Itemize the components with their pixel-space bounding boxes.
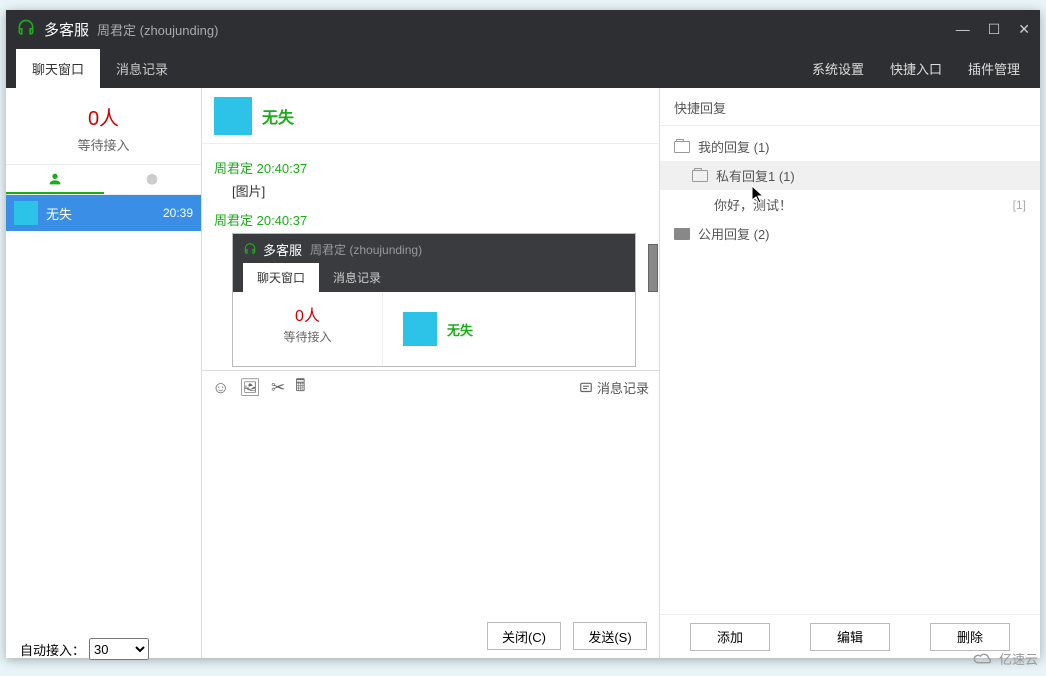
- embed-label: 等待接入: [233, 328, 382, 345]
- avatar: [214, 97, 252, 135]
- avatar: [403, 312, 437, 346]
- waiting-label: 等待接入: [6, 135, 201, 154]
- chat-body[interactable]: 周君定 20:40:37 [图片] 周君定 20:40:37 多客服 周君定 (…: [202, 144, 659, 370]
- contact-name: 无失: [46, 204, 163, 223]
- delete-button[interactable]: 删除: [930, 623, 1010, 651]
- menu-system-settings[interactable]: 系统设置: [812, 59, 864, 78]
- minimize-button[interactable]: —: [956, 21, 970, 37]
- auto-accept-select[interactable]: 30: [89, 638, 149, 660]
- image-icon[interactable]: 🖼: [239, 378, 261, 398]
- quick-reply-panel: 快捷回复 我的回复 (1) 私有回复1 (1) 你好，测试！ [1] 公用回复 …: [660, 88, 1040, 658]
- waiting-count: 0人: [6, 102, 201, 131]
- message-input[interactable]: [202, 404, 659, 614]
- embed-contact: 无失: [447, 320, 473, 339]
- message-meta: 周君定 20:40:37: [214, 158, 647, 177]
- chat-header: 无失: [202, 88, 659, 144]
- message-meta: 周君定 20:40:37: [214, 210, 647, 229]
- add-button[interactable]: 添加: [690, 623, 770, 651]
- headset-icon: [243, 242, 257, 256]
- folder-my-replies[interactable]: 我的回复 (1): [660, 132, 1040, 161]
- sidebar: 0人 等待接入 无失 20:39: [6, 88, 202, 658]
- app-title: 多客服: [44, 19, 89, 40]
- emoji-icon[interactable]: ☺: [212, 378, 229, 398]
- scrollbar-thumb[interactable]: [648, 244, 658, 292]
- folder-private-reply-1[interactable]: 私有回复1 (1): [660, 161, 1040, 190]
- menu-quick-entry[interactable]: 快捷入口: [890, 59, 942, 78]
- tab-message-log[interactable]: 消息记录: [100, 49, 184, 88]
- contact-list: 无失 20:39: [6, 195, 201, 658]
- embed-title: 多客服: [263, 240, 302, 259]
- tab-messages[interactable]: [104, 165, 202, 194]
- maximize-button[interactable]: ☐: [988, 21, 1001, 38]
- chat-bubble-icon: [144, 172, 160, 188]
- reply-count: [1]: [1013, 198, 1026, 212]
- contact-item[interactable]: 无失 20:39: [6, 195, 201, 231]
- send-button[interactable]: 发送(S): [573, 622, 647, 650]
- chat-footer: 关闭(C) 发送(S): [202, 614, 659, 658]
- app-window: 多客服 周君定 (zhoujunding) — ☐ ✕ 聊天窗口 消息记录 系统…: [6, 10, 1040, 658]
- embed-tab: 消息记录: [319, 263, 395, 292]
- quick-reply-item[interactable]: 你好，测试！ [1]: [660, 190, 1040, 219]
- menu-plugin-manage[interactable]: 插件管理: [968, 59, 1020, 78]
- waiting-panel: 0人 等待接入: [6, 88, 201, 165]
- titlebar: 多客服 周君定 (zhoujunding) — ☐ ✕: [6, 10, 1040, 48]
- scrollbar[interactable]: [647, 144, 659, 370]
- input-toolbar: ☺ 🖼 ✂ 🖩 消息记录: [202, 370, 659, 404]
- message-history-button[interactable]: 消息记录: [579, 378, 649, 397]
- status-bar: 自动接入： 30: [14, 632, 155, 666]
- tab-chat-window[interactable]: 聊天窗口: [16, 49, 100, 88]
- auto-accept-label: 自动接入：: [20, 640, 85, 659]
- user-label: 周君定 (zhoujunding): [97, 20, 218, 39]
- calculator-icon[interactable]: 🖩: [295, 373, 305, 402]
- menubar: 聊天窗口 消息记录 系统设置 快捷入口 插件管理: [6, 48, 1040, 88]
- embedded-screenshot: 多客服 周君定 (zhoujunding) 聊天窗口 消息记录 0人 等待接入: [232, 233, 636, 367]
- person-icon: [47, 171, 63, 187]
- scissors-icon[interactable]: ✂: [271, 378, 285, 398]
- chat-lines-icon: [579, 381, 593, 395]
- watermark: 亿速云: [973, 649, 1038, 668]
- chat-contact-name: 无失: [262, 104, 294, 128]
- embed-tab: 聊天窗口: [243, 263, 319, 292]
- edit-button[interactable]: 编辑: [810, 623, 890, 651]
- folder-closed-icon: [674, 228, 690, 240]
- contact-time: 20:39: [163, 206, 193, 220]
- headset-icon: [16, 18, 36, 41]
- message-text: [图片]: [214, 177, 647, 204]
- avatar: [14, 201, 38, 225]
- close-chat-button[interactable]: 关闭(C): [487, 622, 561, 650]
- tab-contacts[interactable]: [6, 165, 104, 194]
- close-button[interactable]: ✕: [1018, 21, 1030, 38]
- folder-public-replies[interactable]: 公用回复 (2): [660, 219, 1040, 248]
- chat-area: 无失 周君定 20:40:37 [图片] 周君定 20:40:37 多客服 周君…: [202, 88, 660, 658]
- folder-open-icon: [692, 170, 708, 182]
- embed-user: 周君定 (zhoujunding): [310, 241, 422, 258]
- quick-reply-title: 快捷回复: [660, 88, 1040, 126]
- folder-open-icon: [674, 141, 690, 153]
- embed-count: 0人: [233, 302, 382, 326]
